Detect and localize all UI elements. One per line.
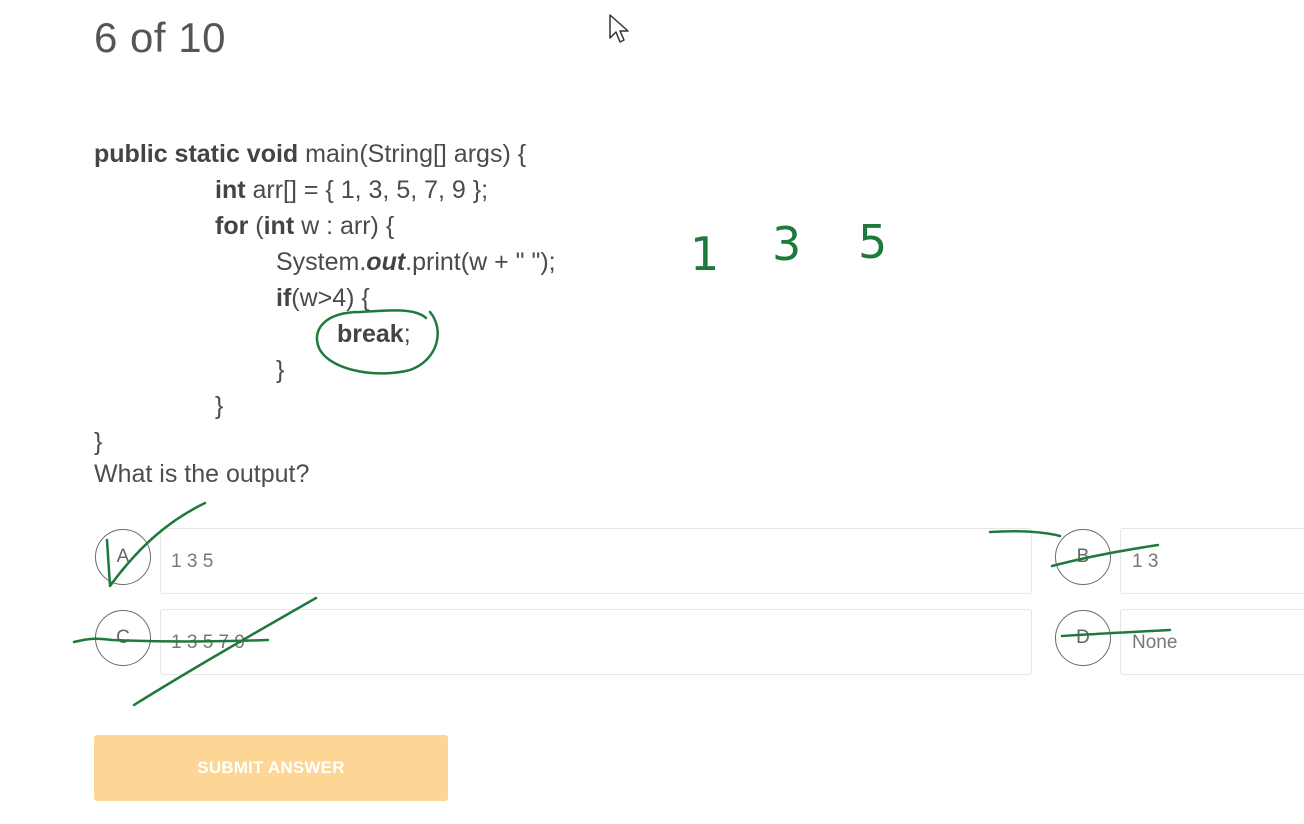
ink-annotations: 1 3 5	[72, 215, 1172, 707]
option-a-box[interactable]	[160, 528, 1032, 594]
ink-number: 1	[690, 227, 719, 281]
code-line: if(w>4) {	[276, 284, 370, 312]
option-b-text: 1 3	[1132, 551, 1159, 572]
question-progress: 6 of 10	[94, 14, 226, 61]
option-c-text: 1 3 5 7 9	[171, 632, 245, 653]
code-line: public static void main(String[] args) {	[94, 140, 527, 168]
option-a-badge[interactable]: A	[95, 529, 151, 585]
option-d-text: None	[1132, 632, 1178, 653]
option-c-badge[interactable]: C	[95, 610, 151, 666]
submit-answer-button[interactable]: SUBMIT ANSWER	[94, 735, 448, 801]
option-c-box[interactable]	[160, 609, 1032, 675]
option-d-badge[interactable]: D	[1055, 610, 1111, 666]
option-a-text: 1 3 5	[171, 551, 214, 572]
option-b-badge[interactable]: B	[1055, 529, 1111, 585]
code-line: for (int w : arr) {	[215, 212, 395, 240]
code-line: }	[94, 428, 103, 456]
code-line: }	[215, 392, 224, 420]
mouse-cursor-icon	[609, 14, 629, 43]
question-text: What is the output?	[94, 460, 310, 488]
code-line: System.out.print(w + " ");	[276, 248, 556, 276]
ink-number: 3	[772, 217, 801, 271]
code-line: break;	[337, 320, 411, 348]
code-line: }	[276, 356, 285, 384]
code-line: int arr[] = { 1, 3, 5, 7, 9 };	[215, 176, 489, 204]
ink-number: 5	[858, 215, 887, 269]
